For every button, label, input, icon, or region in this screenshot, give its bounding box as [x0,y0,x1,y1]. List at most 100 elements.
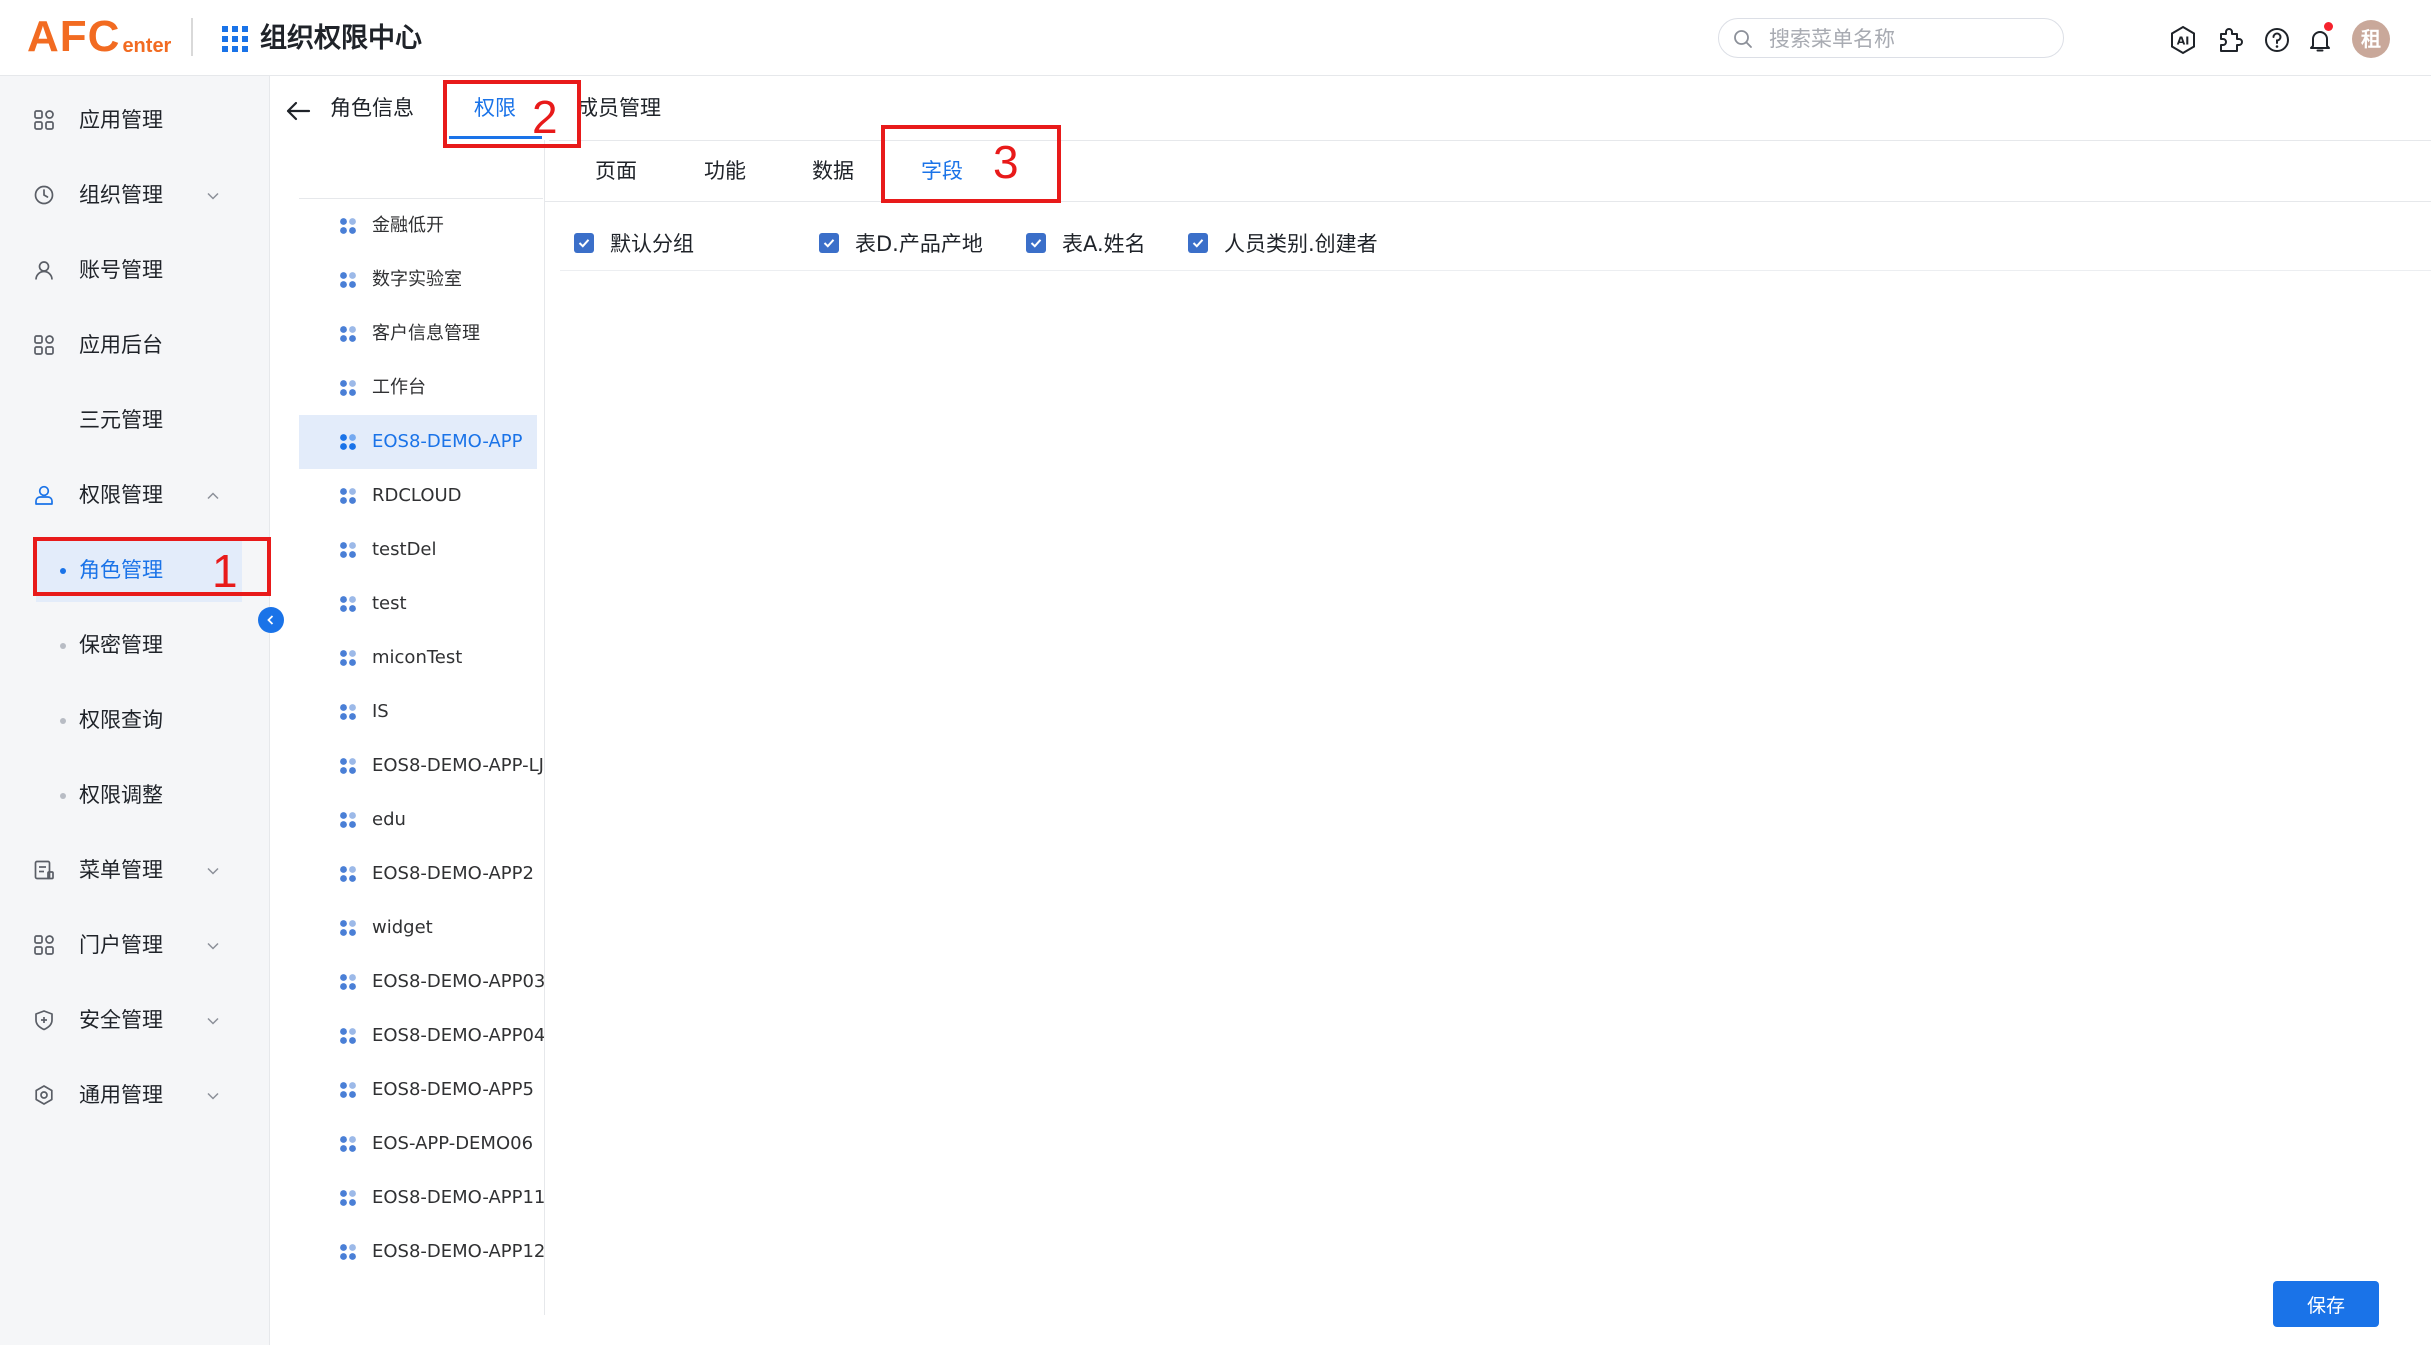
app-list-item[interactable]: EOS8-DEMO-APP04 [299,1009,544,1063]
sidebar-item-label: 权限查询 [79,708,163,732]
subtab-data[interactable]: 数据 [812,155,854,187]
checkbox-checked[interactable] [819,233,839,253]
sidebar-item-permission-adjust[interactable]: 权限调整 [0,763,270,827]
sidebar-item-account-management[interactable]: 账号管理 [0,238,270,302]
app-list-item-label: EOS8-DEMO-APP [372,431,523,452]
sidebar-item-general-management[interactable]: 通用管理 [0,1063,270,1127]
app-list-item[interactable]: testDel [299,523,537,577]
app-list-item[interactable]: edu [299,793,537,847]
sidebar-item-permission-management[interactable]: 权限管理 [0,463,270,527]
app-list-item[interactable]: EOS8-DEMO-APP2 [299,847,537,901]
app-list-item[interactable]: EOS8-DEMO-APP-LJ [299,739,544,793]
app-list-item[interactable]: EOS8-DEMO-APP03 [299,955,544,1009]
sidebar-item-portal-management[interactable]: 门户管理 [0,913,270,977]
clock-icon [34,185,54,205]
grid-icon [34,335,54,355]
app-list-item-label: test [372,593,407,614]
app-list-item[interactable]: EOS8-DEMO-APP11 [299,1171,544,1225]
app-list-item-label: 工作台 [372,377,426,398]
save-button[interactable]: 保存 [2273,1281,2379,1327]
app-list-item[interactable]: widget [299,901,537,955]
sidebar-collapse-button[interactable] [258,607,284,633]
avatar[interactable]: 租 [2352,20,2390,58]
bullet-dot [60,643,66,649]
app-list-item-label: EOS8-DEMO-APP5 [372,1079,534,1100]
field-checkbox-creator[interactable]: 人员类别.创建者 [1188,230,1378,256]
app-cluster-icon [340,1244,356,1260]
app-list-item-label: 数字实验室 [372,269,462,290]
check-icon [823,239,835,248]
app-list-item[interactable]: IS [299,685,537,739]
app-list-item[interactable]: 工作台 [299,361,537,415]
app-list-item[interactable]: EOS8-DEMO-APP5 [299,1063,537,1117]
checkbox-checked[interactable] [574,233,594,253]
field-label: 人员类别.创建者 [1224,232,1378,256]
app-list-item[interactable]: 金融低开 [299,199,537,253]
app-list-item[interactable]: test [299,577,537,631]
field-checkbox-product-origin[interactable]: 表D.产品产地 [819,230,983,256]
bullet-dot [60,718,66,724]
menu-search[interactable] [1718,18,2064,58]
help-icon[interactable] [2262,25,2292,55]
sidebar-item-label: 菜单管理 [79,858,163,882]
sidebar-item-org-management[interactable]: 组织管理 [0,163,270,227]
subtab-function[interactable]: 功能 [704,155,746,187]
afc-logo[interactable]: AFC enter [27,12,171,62]
tab-member-management[interactable]: 成员管理 [577,92,661,124]
sidebar-item-menu-management[interactable]: 菜单管理 [0,838,270,902]
app-cluster-icon [340,1190,356,1206]
app-list-item[interactable]: 数字实验室 [299,253,537,307]
search-input[interactable] [1767,25,2051,53]
annotation-box-2 [443,80,581,148]
app-cluster-icon [340,650,356,666]
app-list-item[interactable]: 客户信息管理 [299,307,537,361]
app-list-item-label: 客户信息管理 [372,323,480,344]
tab-role-info[interactable]: 角色信息 [330,92,414,124]
check-icon [1030,239,1042,248]
sidebar-item-app-management[interactable]: 应用管理 [0,88,270,152]
sidebar-item-confidentiality-management[interactable]: 保密管理 [0,613,270,677]
sidebar-item-label: 通用管理 [79,1083,163,1107]
app-list-item-label: miconTest [372,647,463,668]
app-cluster-icon [340,920,356,936]
grid-icon [34,935,54,955]
sidebar-item-three-role-management[interactable]: 三元管理 [0,388,270,452]
sidebar-item-label: 安全管理 [79,1008,163,1032]
app-list-item[interactable]: miconTest [299,631,537,685]
sidebar-item-security-management[interactable]: 安全管理 [0,988,270,1052]
app-cluster-icon [340,974,356,990]
plugin-icon[interactable] [2215,25,2245,55]
sidebar-item-label: 权限管理 [79,483,163,507]
app-list-item-label: 金融低开 [372,215,444,236]
app-list-item-label: EOS8-DEMO-APP-LJ [372,755,544,776]
app-list: 金融低开数字实验室客户信息管理 工作台 EOS8-DEMO-APP RDCLOUD te… [299,199,544,1309]
app-list-item[interactable]: EOS8-DEMO-APP [299,415,537,469]
sidebar-item-permission-query[interactable]: 权限查询 [0,688,270,752]
app-cluster-icon [340,326,356,342]
sidebar-item-label: 账号管理 [79,258,163,282]
ai-icon[interactable]: AI [2168,25,2198,55]
chevron-down-icon [207,942,219,950]
field-label: 表A.姓名 [1062,232,1146,256]
app-list-item[interactable]: EOS-APP-DEMO06 [299,1117,537,1171]
app-cluster-icon [340,542,356,558]
sidebar-item-app-backend[interactable]: 应用后台 [0,313,270,377]
subtabs-divider [545,201,2431,202]
back-arrow-icon[interactable] [284,99,312,123]
app-list-item[interactable]: RDCLOUD [299,469,537,523]
checkbox-checked[interactable] [1026,233,1046,253]
app-cluster-icon [340,1028,356,1044]
app-list-item-label: testDel [372,539,437,560]
sidebar: 应用管理 组织管理 账号管理 应用后台 三元管理 权限管理 角色管理 保密管理 … [0,76,270,1345]
app-list-item[interactable]: EOS8-DEMO-APP12 [299,1225,544,1279]
app-list-item-label: widget [372,917,433,938]
app-launcher-icon[interactable] [222,26,248,52]
chevron-down-icon [207,192,219,200]
field-checkbox-name[interactable]: 表A.姓名 [1026,230,1146,256]
subtab-page[interactable]: 页面 [595,155,637,187]
checkbox-checked[interactable] [1188,233,1208,253]
field-checkbox-default-group[interactable]: 默认分组 [574,230,694,256]
chevron-down-icon [207,867,219,875]
tabs-divider [549,140,2431,141]
check-icon [1192,239,1204,248]
